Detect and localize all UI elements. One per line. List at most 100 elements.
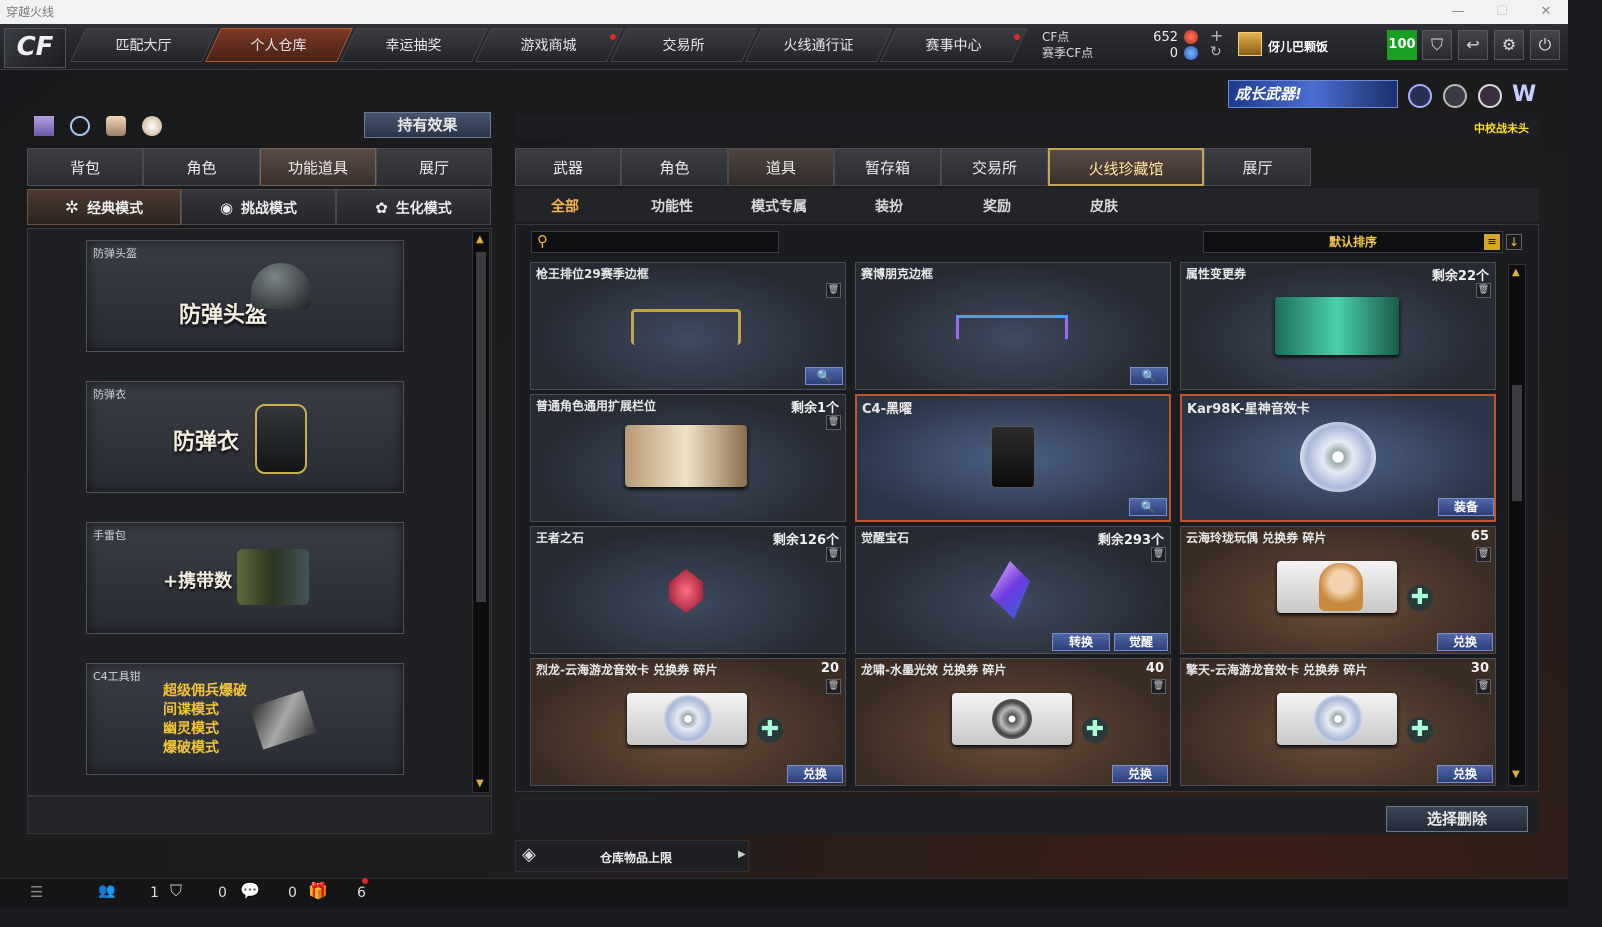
- minimize-button[interactable]: —: [1436, 0, 1480, 24]
- trash-icon[interactable]: 🗑: [1476, 283, 1491, 298]
- trash-icon[interactable]: 🗑: [826, 679, 841, 694]
- trash-icon[interactable]: 🗑: [1476, 679, 1491, 694]
- mode-challenge[interactable]: ◉ 挑战模式: [181, 189, 336, 225]
- chat-icon[interactable]: 💬: [240, 881, 260, 900]
- capacity-bar[interactable]: ◈ 仓库物品上限 ▶: [515, 840, 749, 872]
- tab-showroom-right[interactable]: 展厅: [1204, 148, 1311, 186]
- mode-classic[interactable]: ✲ 经典模式: [27, 189, 181, 225]
- power-icon[interactable]: ⏻: [1530, 30, 1560, 60]
- grid-item-king-stone[interactable]: 王者之石 剩余126个 🗑: [530, 526, 846, 654]
- trash-icon[interactable]: 🗑: [826, 283, 841, 298]
- search-input[interactable]: [558, 234, 772, 250]
- bag-icon[interactable]: [142, 116, 162, 136]
- list-icon[interactable]: ≡: [1484, 234, 1500, 250]
- character-icon[interactable]: [106, 116, 126, 136]
- friends-icon[interactable]: 👥: [98, 883, 115, 899]
- nav-tab-lucky-draw[interactable]: 幸运抽奖: [340, 28, 488, 62]
- preview-button[interactable]: 🔍: [1130, 367, 1168, 385]
- item-card-c4-pliers[interactable]: C4工具钳 超级佣兵爆破 间谍模式 幽灵模式 爆破模式: [86, 663, 404, 775]
- tab-function-items[interactable]: 功能道具: [260, 148, 376, 186]
- maximize-button[interactable]: ☐: [1480, 0, 1524, 24]
- filter-skins[interactable]: 皮肤: [1090, 196, 1118, 216]
- tab-storage-box[interactable]: 暂存箱: [834, 148, 941, 186]
- sort-dropdown[interactable]: 默认排序: [1203, 231, 1503, 253]
- redeem-button[interactable]: 兑换: [1437, 633, 1493, 651]
- nav-tab-battle-pass[interactable]: 火线通行证: [745, 28, 893, 62]
- nav-tab-warehouse[interactable]: 个人仓库: [205, 28, 353, 62]
- grid-item-c4-obsidian[interactable]: C4-黑曜 🔍: [855, 394, 1171, 522]
- filter-functional[interactable]: 功能性: [651, 196, 693, 216]
- grid-item-kar98k-sound[interactable]: Kar98K-星神音效卡 装备: [1180, 394, 1496, 522]
- gear-icon[interactable]: ⚙: [1494, 30, 1524, 60]
- preview-button[interactable]: 🔍: [1129, 498, 1167, 516]
- nav-tab-shop[interactable]: 游戏商城: [475, 28, 623, 62]
- tab-character[interactable]: 角色: [143, 148, 260, 186]
- scroll-up-icon[interactable]: ▲: [476, 234, 484, 245]
- shield-icon[interactable]: ⛉: [1422, 30, 1452, 60]
- trash-icon[interactable]: 🗑: [826, 547, 841, 562]
- search-box[interactable]: ⚲: [531, 231, 779, 253]
- grid-item-cyberpunk-frame[interactable]: 赛博朋克边框 🔍: [855, 262, 1171, 390]
- left-scrollbar[interactable]: ▲ ▼: [472, 231, 490, 793]
- tab-props[interactable]: 道具: [728, 148, 834, 186]
- stats-icon[interactable]: [34, 116, 54, 136]
- filter-rewards[interactable]: 奖励: [983, 196, 1011, 216]
- rotate-icon[interactable]: [70, 116, 90, 136]
- gift-icon[interactable]: 🎁: [308, 881, 328, 900]
- trash-icon[interactable]: 🗑: [1151, 679, 1166, 694]
- tab-backpack[interactable]: 背包: [27, 148, 143, 186]
- redeem-button[interactable]: 兑换: [1437, 765, 1493, 783]
- trash-icon[interactable]: 🗑: [826, 415, 841, 430]
- tab-collection-hall[interactable]: 火线珍藏馆: [1048, 148, 1204, 186]
- grid-item-awaken-gem[interactable]: 觉醒宝石 剩余293个 🗑 转换 觉醒: [855, 526, 1171, 654]
- trash-icon[interactable]: 🗑: [1476, 547, 1491, 562]
- trash-icon[interactable]: 🗑: [1151, 547, 1166, 562]
- star-badge-icon[interactable]: [1478, 84, 1502, 108]
- nav-tab-exchange[interactable]: 交易所: [610, 28, 758, 62]
- filter-mode-exclusive[interactable]: 模式专属: [751, 196, 807, 216]
- filter-outfit[interactable]: 装扮: [875, 196, 903, 216]
- grid-item-doll-voucher[interactable]: 云海玲珑玩偶 兑换券 碎片 65 🗑 ✚ 兑换: [1180, 526, 1496, 654]
- add-cf-icon[interactable]: +: [1210, 26, 1223, 45]
- redeem-button[interactable]: 兑换: [1112, 765, 1168, 783]
- item-card-grenade-pack[interactable]: 手雷包 +携带数: [86, 522, 404, 634]
- mode-biochem[interactable]: ✿ 生化模式: [336, 189, 491, 225]
- grid-item-attribute-ticket[interactable]: 属性变更券 剩余22个 🗑: [1180, 262, 1496, 390]
- clan-shield-icon[interactable]: ⛉: [170, 881, 182, 901]
- scroll-down-icon[interactable]: ▼: [476, 778, 484, 789]
- growth-weapon-banner[interactable]: 成长武器!: [1228, 80, 1398, 108]
- awaken-button[interactable]: 觉醒: [1114, 633, 1168, 651]
- select-delete-button[interactable]: 选择删除: [1386, 806, 1528, 832]
- tab-showroom[interactable]: 展厅: [376, 148, 492, 186]
- return-icon[interactable]: ↩: [1458, 30, 1488, 60]
- grid-item-lielong-voucher[interactable]: 烈龙-云海游龙音效卡 兑换券 碎片 20 🗑 ✚ 兑换: [530, 658, 846, 786]
- redeem-button[interactable]: 兑换: [787, 765, 843, 783]
- grid-scrollbar[interactable]: ▲ ▼: [1508, 264, 1526, 786]
- tab-weapons[interactable]: 武器: [515, 148, 621, 186]
- grid-item-qingtian-voucher[interactable]: 擎天-云海游龙音效卡 兑换券 碎片 30 🗑 ✚ 兑换: [1180, 658, 1496, 786]
- scroll-down-icon[interactable]: ▼: [1512, 769, 1520, 780]
- held-effects-button[interactable]: 持有效果: [364, 112, 491, 138]
- globe-icon[interactable]: [1443, 84, 1467, 108]
- player-name[interactable]: 伢儿巴颗饭: [1268, 38, 1328, 55]
- scroll-thumb[interactable]: [476, 252, 486, 602]
- refresh-icon[interactable]: ↻: [1210, 44, 1222, 60]
- item-card-helmet[interactable]: 防弹头盔 防弹头盔: [86, 240, 404, 352]
- convert-button[interactable]: 转换: [1052, 633, 1110, 651]
- scroll-up-icon[interactable]: ▲: [1512, 267, 1520, 278]
- preview-button[interactable]: 🔍: [805, 367, 843, 385]
- cf-logo[interactable]: CF: [4, 28, 66, 68]
- item-card-vest[interactable]: 防弹衣 防弹衣: [86, 381, 404, 493]
- filter-all[interactable]: 全部: [551, 196, 579, 216]
- w-logo-icon[interactable]: W: [1512, 82, 1536, 107]
- grid-item-rank-frame[interactable]: 枪王排位29赛季边框 🗑 🔍: [530, 262, 846, 390]
- grid-item-slot-extension[interactable]: 普通角色通用扩展栏位 剩余1个 🗑: [530, 394, 846, 522]
- equip-button[interactable]: 装备: [1438, 498, 1494, 516]
- scroll-thumb[interactable]: [1512, 385, 1522, 501]
- menu-icon[interactable]: ☰: [30, 883, 43, 901]
- tab-roles[interactable]: 角色: [621, 148, 728, 186]
- close-button[interactable]: ✕: [1524, 0, 1568, 24]
- nav-tab-events[interactable]: 赛事中心: [880, 28, 1028, 62]
- grid-item-longxiao-voucher[interactable]: 龙啸-水墨光效 兑换券 碎片 40 🗑 ✚ 兑换: [855, 658, 1171, 786]
- sort-arrow-icon[interactable]: ↓: [1506, 234, 1522, 250]
